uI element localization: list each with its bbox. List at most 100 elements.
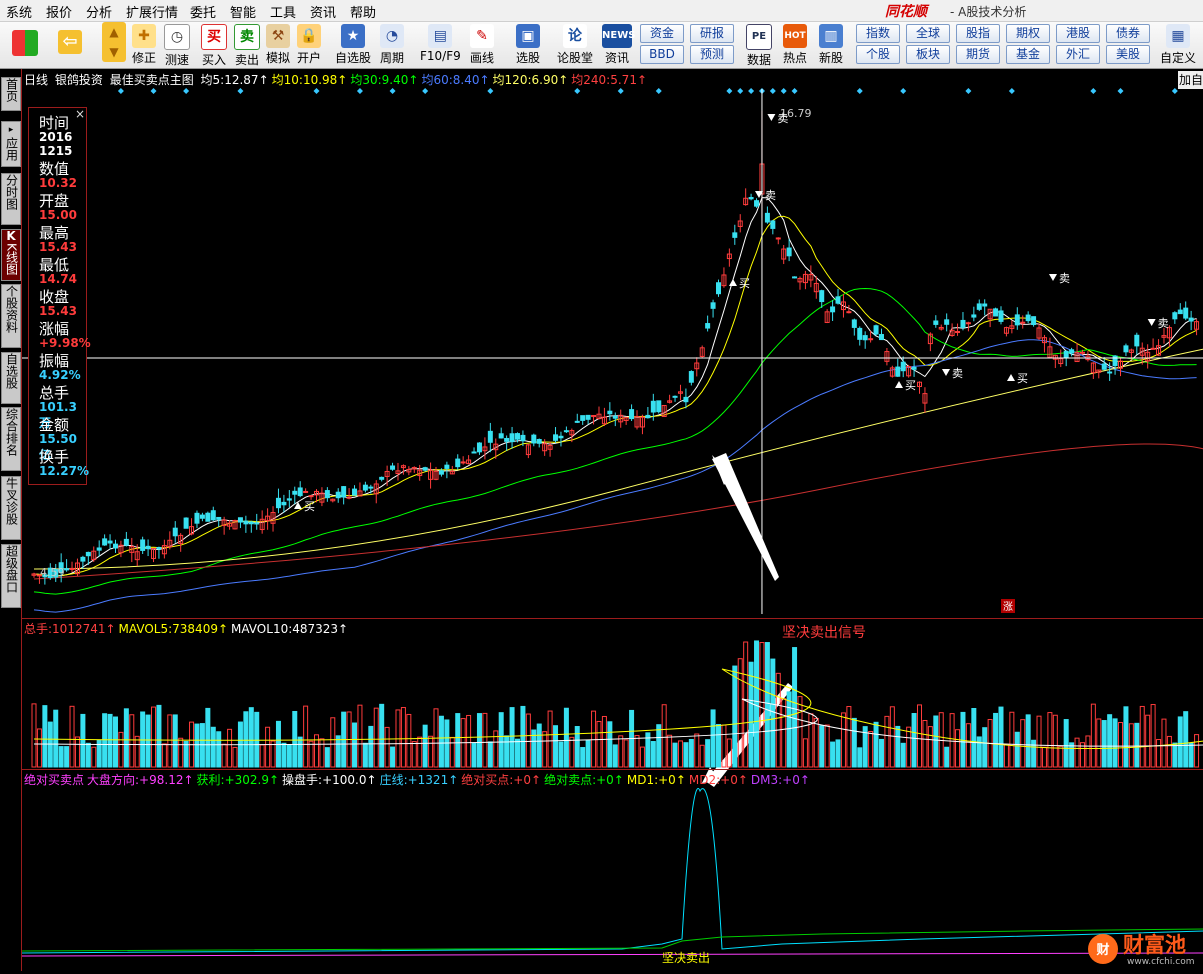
grid-funds[interactable]: 基金 [1006, 45, 1050, 64]
menu-extended-quote[interactable]: 扩展行情 [126, 2, 178, 21]
simulate-button[interactable]: ⚒ 模拟 [266, 24, 290, 66]
draw-line-button[interactable]: ✎ 画线 [470, 24, 494, 66]
data-button[interactable]: PE 数据 [746, 24, 772, 68]
grid-stock-index[interactable]: 股指 [956, 24, 1000, 43]
candle-body [982, 303, 988, 307]
tab-watchlist[interactable]: 自选股 [1, 352, 21, 404]
tab-ranking[interactable]: 综合排名 [1, 407, 21, 471]
tab-home[interactable]: 首页 [1, 77, 21, 111]
kline-chart[interactable]: 16.794.59涨卖卖买买卖买卖卖买坚决卖出信号坚决卖出 [22, 69, 1203, 971]
volume-bar [889, 706, 895, 768]
volume-bar [384, 726, 390, 768]
ind-item-8: MD2:+0↑ [688, 773, 748, 787]
indicator-legend: 绝对买卖点 大盘方向:+98.12↑ 获利:+302.9↑ 操盘手:+100.0↑ 庄线… [24, 771, 813, 788]
volume-bar [754, 640, 760, 768]
volume-bar [775, 672, 781, 768]
grid-forex[interactable]: 外汇 [1056, 45, 1100, 64]
back-button[interactable]: ⇦ [58, 30, 82, 55]
clock-icon: ◔ [380, 24, 404, 48]
candle-body [629, 409, 635, 420]
window-title: - A股技术分析 [950, 5, 1027, 19]
tab-super-level2[interactable]: 超级盘口 [1, 544, 21, 608]
volume-bar [248, 707, 254, 768]
volume-bar [612, 744, 618, 768]
sell-button[interactable]: 卖 卖出 [234, 24, 260, 68]
quick-bbd[interactable]: BBD [640, 45, 684, 64]
menu-analysis[interactable]: 分析 [86, 2, 112, 21]
volume-bar [764, 642, 770, 768]
ma-line-240 [33, 443, 1203, 580]
page-up-down-button[interactable]: ▲ ▼ [102, 22, 126, 63]
menu-help[interactable]: 帮助 [350, 2, 376, 21]
volume-bar [31, 703, 37, 768]
news-button[interactable]: NEWS 资讯 [602, 24, 635, 66]
volume-indicator-separator [22, 769, 1203, 770]
grid-options[interactable]: 期权 [1006, 24, 1050, 43]
quick-capital[interactable]: 资金 [640, 24, 684, 43]
fix-button[interactable]: ✚ 修正 [132, 24, 156, 66]
menu-tools[interactable]: 工具 [270, 2, 296, 21]
hot-button[interactable]: HOT 热点 [783, 24, 807, 66]
grid-futures[interactable]: 期货 [956, 45, 1000, 64]
hammer-icon: ⚒ [266, 24, 290, 48]
f10-button[interactable]: ▤ F10/F9 [420, 24, 461, 63]
volume-bar [634, 735, 640, 768]
speed-test-button[interactable]: ◷ 测速 [164, 24, 190, 68]
buy-button[interactable]: 买 买入 [201, 24, 227, 68]
grid-us-stocks[interactable]: 美股 [1106, 45, 1150, 64]
candle-body [862, 335, 868, 341]
ipo-button[interactable]: ▥ 新股 [819, 24, 843, 66]
quick-research[interactable]: 研报 [690, 24, 734, 43]
tab-stock-profile[interactable]: 个股资料 [1, 284, 21, 348]
grid-hk-stocks[interactable]: 港股 [1056, 24, 1100, 43]
custom-button[interactable]: ▦ 自定义 [1160, 24, 1196, 66]
candle-body [878, 334, 884, 341]
ma-line-30 [33, 287, 1197, 595]
candle-body [1069, 349, 1075, 354]
candle-body [857, 327, 863, 340]
grid-global[interactable]: 全球 [906, 24, 950, 43]
candle-body [650, 400, 656, 413]
candle-body [683, 396, 689, 403]
volume-bar [1020, 719, 1026, 768]
windows-button[interactable] [12, 30, 38, 57]
menu-quote[interactable]: 报价 [46, 2, 72, 21]
menu-system[interactable]: 系统 [6, 2, 32, 21]
menu-smart[interactable]: 智能 [230, 2, 256, 21]
stock-select-button[interactable]: ▣ 选股 [516, 24, 540, 66]
candle-body [993, 308, 999, 317]
grid-stocks[interactable]: 个股 [856, 45, 900, 64]
candle-body [900, 361, 906, 372]
volume-bar [846, 706, 852, 768]
candle-body [672, 395, 678, 398]
volume-bar [1112, 718, 1118, 768]
tab-diagnosis[interactable]: 牛叉诊股 [1, 476, 21, 540]
candle-body [580, 415, 586, 421]
grid-bonds[interactable]: 债券 [1106, 24, 1150, 43]
open-account-button[interactable]: 🔒 开户 [297, 24, 321, 66]
volume-bar [243, 711, 249, 768]
volume-bar [1150, 704, 1156, 768]
volume-bar [672, 742, 678, 768]
volume-bar [677, 740, 683, 768]
volume-bar [683, 742, 689, 768]
watchlist-button[interactable]: ★ 自选股 [335, 24, 371, 66]
candle-body [243, 520, 249, 525]
grid-index[interactable]: 指数 [856, 24, 900, 43]
quick-forecast[interactable]: 预测 [690, 45, 734, 64]
forum-button[interactable]: 论 论股堂 [557, 24, 593, 66]
candle-body [770, 220, 776, 229]
tab-apps[interactable]: ▸ 应用 [1, 121, 21, 167]
volume-bar [151, 706, 157, 768]
signal-diamond [574, 88, 581, 94]
tab-kline[interactable]: K K线图 [1, 229, 21, 281]
menu-news[interactable]: 资讯 [310, 2, 336, 21]
menu-order[interactable]: 委托 [190, 2, 216, 21]
tab-intraday[interactable]: 分时图 [1, 173, 21, 225]
period-button[interactable]: ◔ 周期 [380, 24, 404, 66]
close-icon[interactable]: × [75, 107, 85, 121]
candle-body [476, 442, 482, 453]
grid-sectors[interactable]: 板块 [906, 45, 950, 64]
volume-bar [1128, 723, 1134, 768]
volume-bar [1063, 719, 1069, 768]
